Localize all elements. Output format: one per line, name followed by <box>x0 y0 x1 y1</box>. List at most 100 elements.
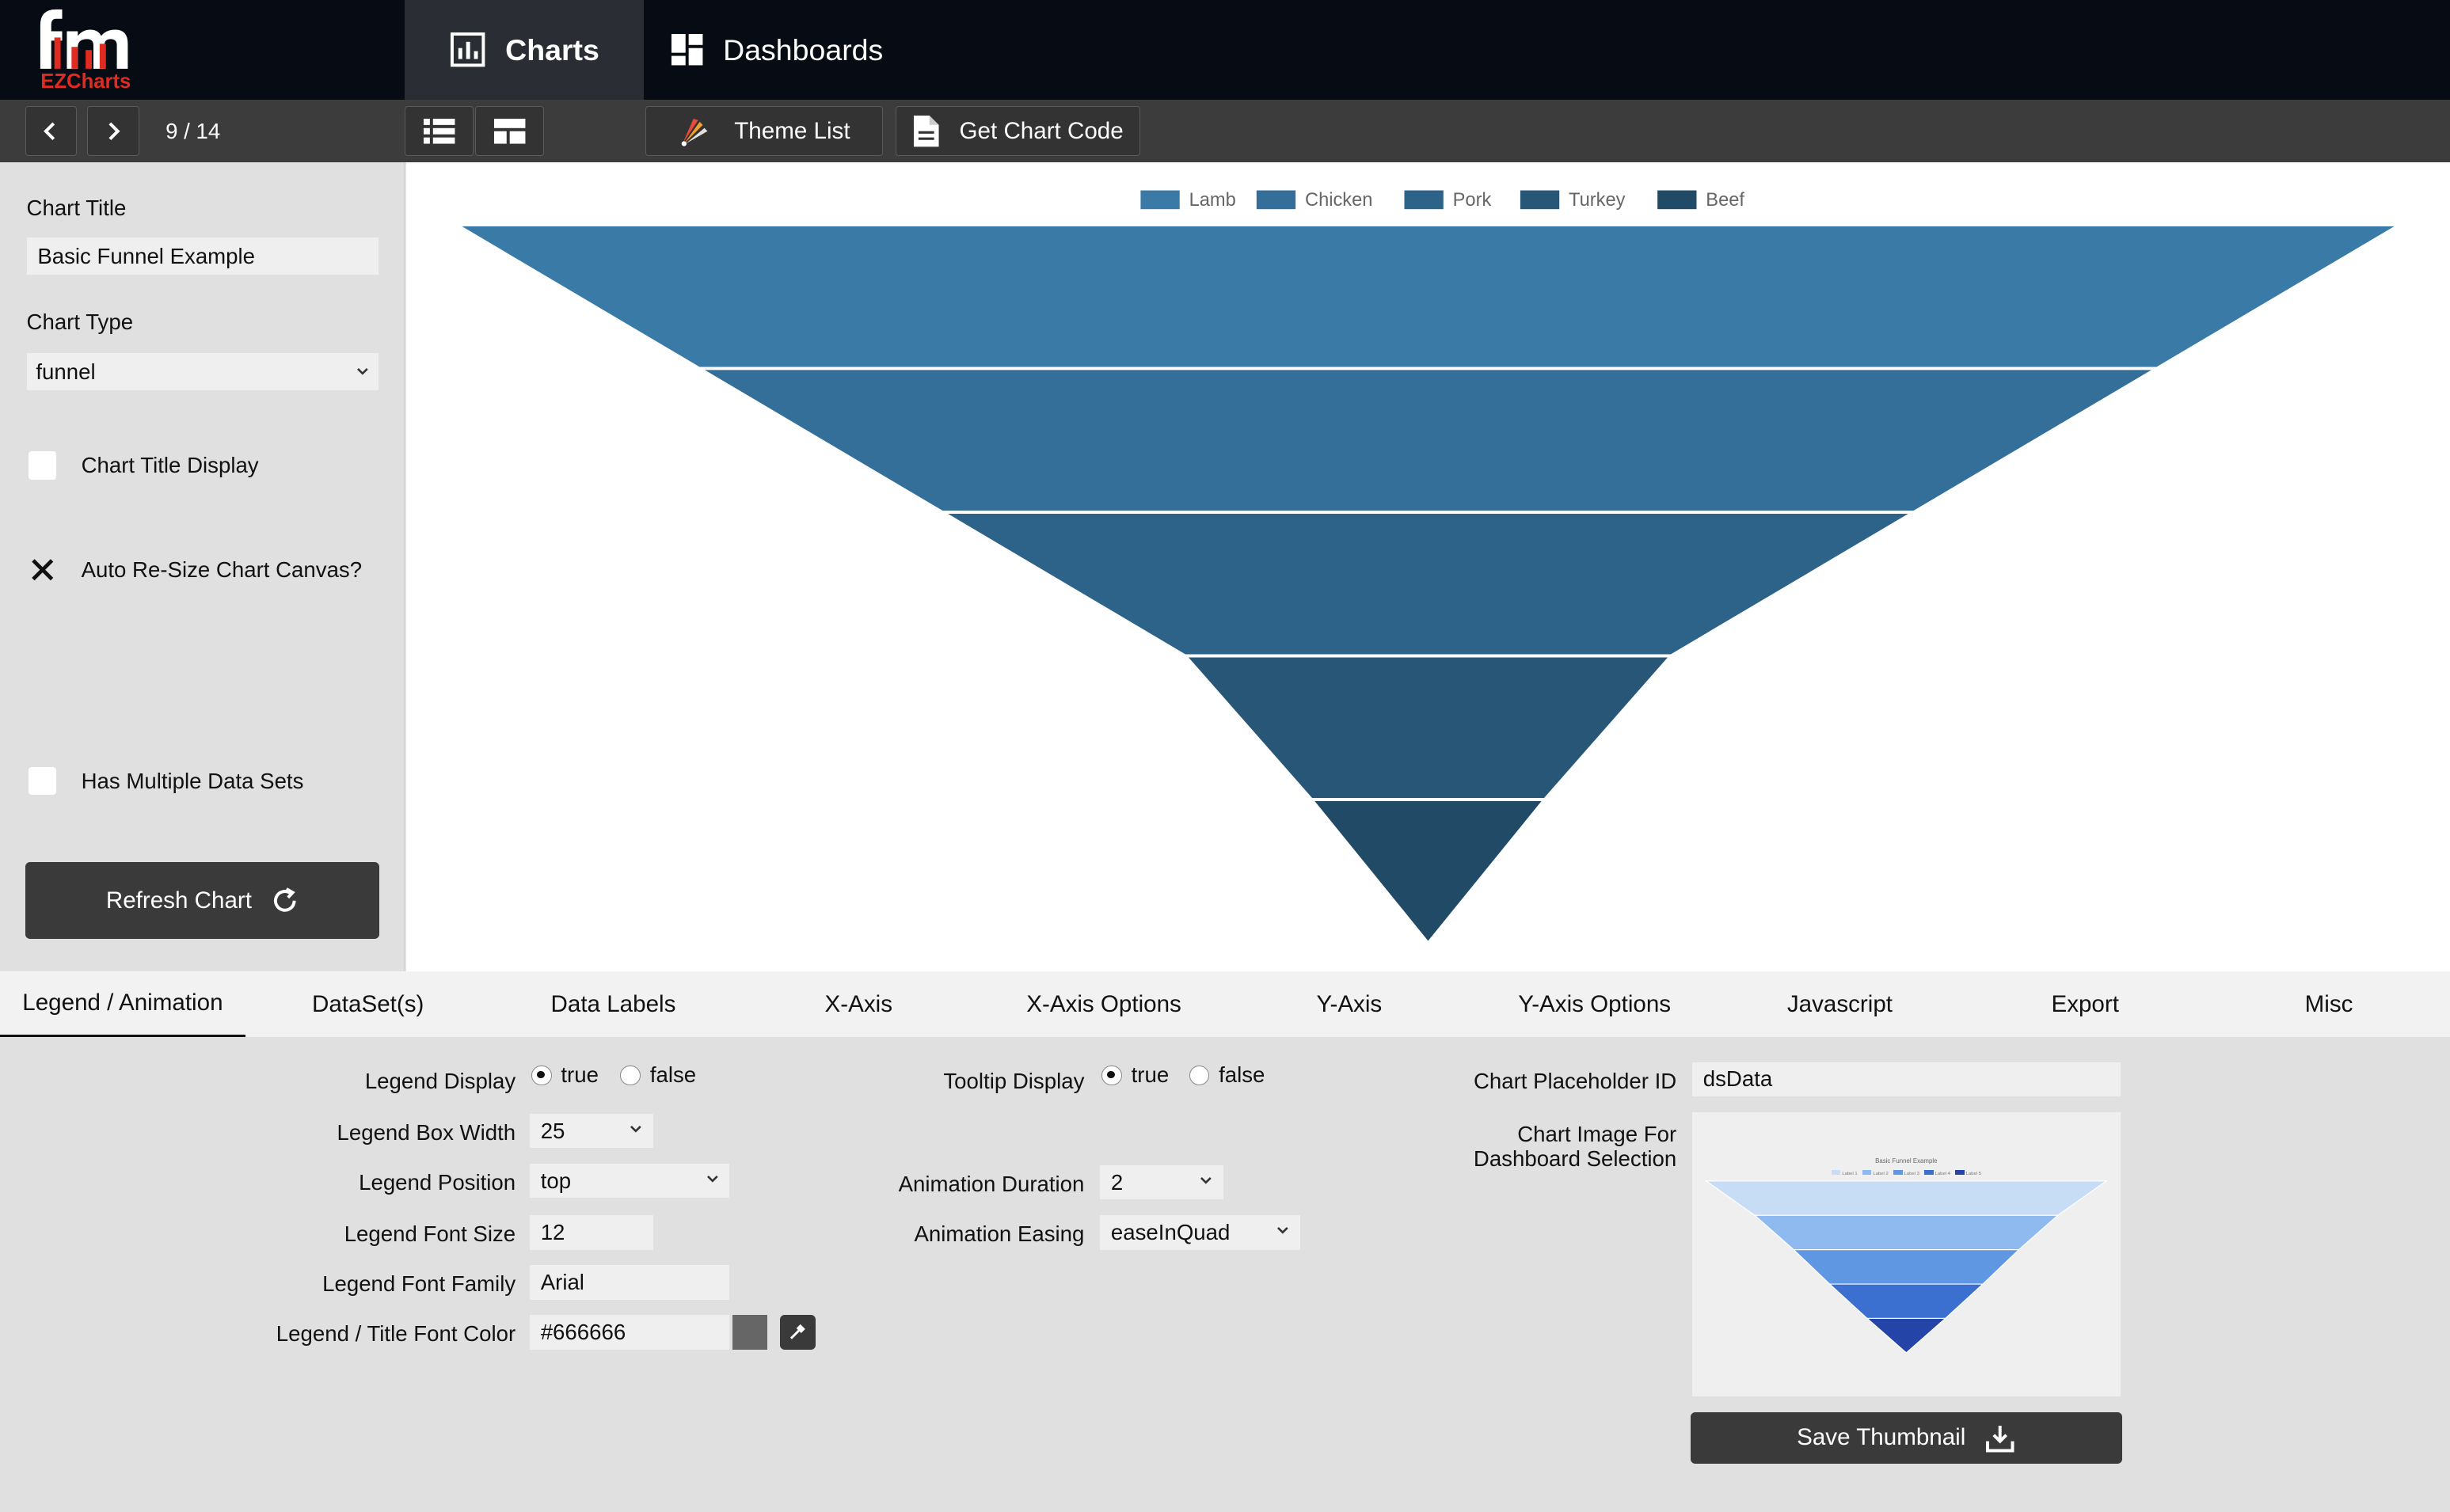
legend-display-true-label: true <box>561 1062 599 1087</box>
legend-font-family-input[interactable]: Arial <box>529 1265 730 1300</box>
funnel-segment-lamb[interactable] <box>450 223 2406 370</box>
legend-label-chicken[interactable]: Chicken <box>1305 190 1372 211</box>
funnel-segment-turkey[interactable] <box>1181 654 1675 802</box>
tooltip-false-label: false <box>1219 1062 1265 1087</box>
chart-title-label: Chart Title <box>26 195 127 220</box>
logo-subtext: EZCharts <box>40 70 131 93</box>
animation-easing-label: Animation Easing <box>914 1221 1085 1247</box>
legend-display-false-label: false <box>649 1062 697 1087</box>
chevron-down-icon <box>630 1125 641 1133</box>
auto-resize-checkbox[interactable] <box>29 556 57 584</box>
funnel-segment-chicken[interactable] <box>693 367 2163 515</box>
logo-mark-icon <box>40 9 128 69</box>
chart-image-label-line1: Chart Image For <box>1517 1121 1677 1146</box>
app-logo[interactable]: EZCharts <box>0 0 405 101</box>
font-color-swatch[interactable] <box>732 1315 767 1350</box>
animation-easing-select[interactable]: easeInQuad <box>1100 1215 1300 1250</box>
legend-box-chicken[interactable] <box>1256 190 1296 210</box>
legend-position-label: Legend Position <box>359 1169 516 1195</box>
nav-tab-charts[interactable]: Charts <box>405 0 644 101</box>
legend-box-turkey[interactable] <box>1520 190 1560 210</box>
thumbnail-funnel-segment <box>1866 1317 1947 1354</box>
legend-font-family-label: Legend Font Family <box>322 1271 516 1297</box>
legend-font-color-input[interactable]: #666666 <box>529 1315 730 1350</box>
layout-view-icon <box>493 118 525 144</box>
tooltip-true-radio[interactable] <box>1101 1065 1122 1086</box>
tab-y-axis[interactable]: Y-Axis <box>1227 971 1472 1037</box>
chevron-down-icon <box>356 367 368 375</box>
funnel-segment-pork[interactable] <box>936 511 1920 658</box>
animation-duration-value: 2 <box>1110 1169 1124 1195</box>
auto-resize-label: Auto Re-Size Chart Canvas? <box>81 557 363 583</box>
legend-box-pork[interactable] <box>1404 190 1444 210</box>
prev-chart-button[interactable] <box>25 106 77 157</box>
legend-display-label: Legend Display <box>364 1068 516 1093</box>
multi-dataset-checkbox[interactable] <box>28 766 57 796</box>
save-thumbnail-button[interactable]: Save Thumbnail <box>1691 1411 2122 1464</box>
save-thumbnail-label: Save Thumbnail <box>1797 1424 1966 1451</box>
tooltip-display-label: Tooltip Display <box>943 1068 1085 1093</box>
layout-view-button[interactable] <box>474 106 544 157</box>
check-x-icon <box>31 559 53 581</box>
tab-javascript[interactable]: Javascript <box>1718 971 1963 1037</box>
tab-datasets[interactable]: DataSet(s) <box>245 971 491 1037</box>
tab-x-axis-options[interactable]: X-Axis Options <box>981 971 1227 1037</box>
tab-data-labels[interactable]: Data Labels <box>491 971 736 1037</box>
list-view-icon <box>423 118 455 144</box>
tooltip-true-label: true <box>1131 1062 1170 1087</box>
animation-duration-label: Animation Duration <box>898 1171 1085 1196</box>
bar-chart-icon <box>451 32 485 67</box>
funnel-segment-beef[interactable] <box>1308 798 1548 946</box>
chart-type-value: funnel <box>36 359 96 384</box>
theme-list-button[interactable]: Theme List <box>645 106 883 157</box>
chart-thumbnail-image: Basic Funnel Example Label 1 Label 2 Label… <box>1691 1111 2121 1397</box>
get-chart-code-button[interactable]: Get Chart Code <box>895 106 1141 157</box>
legend-display-false-radio[interactable] <box>620 1065 641 1086</box>
chart-toolbar <box>0 100 2450 163</box>
legend-font-size-input[interactable]: 12 <box>529 1215 653 1250</box>
refresh-icon <box>273 887 296 912</box>
thumbnail-funnel <box>1704 1180 2108 1354</box>
theme-list-label: Theme List <box>734 117 850 144</box>
legend-label-turkey[interactable]: Turkey <box>1569 190 1626 211</box>
chart-title-input[interactable]: Basic Funnel Example <box>26 237 379 275</box>
legend-display-true-radio[interactable] <box>531 1065 552 1086</box>
funnel-chart: Lamb Chicken Pork Turkey Beef <box>450 190 2406 946</box>
multi-dataset-label: Has Multiple Data Sets <box>81 768 304 793</box>
chevron-down-icon <box>1200 1176 1212 1184</box>
color-picker-button[interactable] <box>779 1315 816 1350</box>
next-chart-button[interactable] <box>87 106 139 157</box>
legend-box-width-value: 25 <box>540 1118 565 1143</box>
download-icon <box>1985 1425 2014 1453</box>
tooltip-false-radio[interactable] <box>1189 1065 1210 1086</box>
legend-position-value: top <box>540 1168 572 1193</box>
refresh-chart-button[interactable]: Refresh Chart <box>25 862 380 939</box>
animation-easing-value: easeInQuad <box>1110 1219 1231 1244</box>
chart-type-select[interactable]: funnel <box>26 352 379 391</box>
chart-placeholder-input[interactable]: dsData <box>1691 1062 2121 1097</box>
tab-misc[interactable]: Misc <box>2208 971 2450 1037</box>
nav-tab-dashboards[interactable]: Dashboards <box>644 0 909 100</box>
legend-box-width-select[interactable]: 25 <box>529 1113 653 1149</box>
chart-placeholder-label: Chart Placeholder ID <box>1473 1068 1677 1093</box>
tab-legend-animation[interactable]: Legend / Animation <box>0 971 245 1038</box>
legend-box-lamb[interactable] <box>1140 190 1180 210</box>
thumbnail-funnel-segment <box>1753 1214 2060 1251</box>
animation-duration-select[interactable]: 2 <box>1100 1165 1223 1200</box>
legend-box-beef[interactable] <box>1657 190 1697 210</box>
tab-export[interactable]: Export <box>1962 971 2208 1037</box>
document-icon <box>914 116 939 147</box>
chart-canvas: Lamb Chicken Pork Turkey Beef <box>406 162 2450 972</box>
tab-x-axis[interactable]: X-Axis <box>736 971 981 1037</box>
legend-label-lamb[interactable]: Lamb <box>1189 190 1236 211</box>
tab-y-axis-options[interactable]: Y-Axis Options <box>1472 971 1718 1037</box>
list-view-button[interactable] <box>405 106 474 157</box>
nav-tab-label: Dashboards <box>723 32 884 66</box>
legend-label-beef[interactable]: Beef <box>1706 190 1744 211</box>
chart-title-display-checkbox[interactable] <box>28 451 57 480</box>
eyedropper-icon <box>790 1324 806 1340</box>
chart-pager-count: 9 / 14 <box>165 118 221 143</box>
legend-position-select[interactable]: top <box>529 1164 730 1199</box>
chevron-down-icon <box>706 1175 718 1183</box>
legend-label-pork[interactable]: Pork <box>1453 190 1492 211</box>
